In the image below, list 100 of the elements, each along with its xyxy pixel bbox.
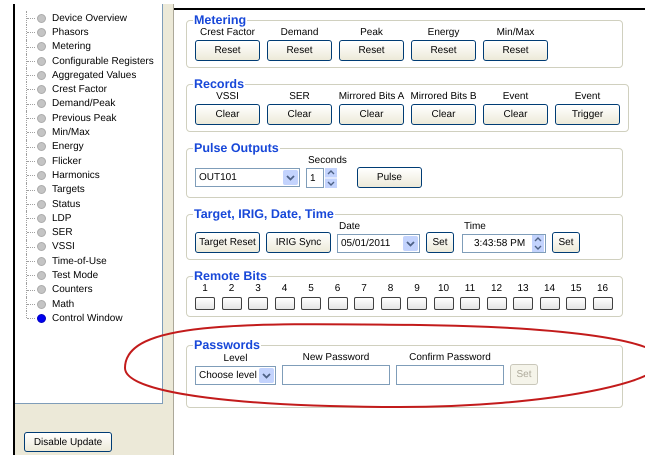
sidebar-item[interactable]: Status: [52, 198, 80, 210]
sidebar-item[interactable]: LDP: [52, 212, 72, 224]
level-dropdown[interactable]: Choose level: [195, 366, 276, 385]
sidebar-item[interactable]: Targets: [52, 184, 85, 196]
remote-bit-button[interactable]: [380, 297, 400, 310]
remote-bit-button[interactable]: [434, 297, 454, 310]
bit-number: 16: [596, 283, 608, 294]
sidebar-item[interactable]: Energy: [52, 141, 84, 152]
remote-bit-button[interactable]: [354, 297, 374, 310]
reset-button[interactable]: Reset: [267, 40, 332, 61]
sidebar-item[interactable]: Demand/Peak: [52, 98, 116, 110]
sidebar-item[interactable]: Crest Factor: [52, 84, 108, 96]
sidebar-item[interactable]: SER: [52, 227, 73, 238]
control-label: VSSI: [216, 91, 239, 102]
bit-number: 14: [544, 283, 556, 294]
remote-bit-button[interactable]: [460, 297, 480, 310]
disable-update-button[interactable]: Disable Update: [24, 432, 112, 452]
sidebar-item[interactable]: Math: [52, 298, 74, 310]
remote-bit-button[interactable]: [566, 297, 586, 310]
control-label: Peak: [360, 27, 383, 38]
sidebar-item[interactable]: Min/Max: [52, 127, 90, 138]
record-button[interactable]: Clear: [195, 104, 260, 125]
bit-number: 4: [282, 283, 288, 294]
control-label: SER: [289, 91, 310, 102]
target-reset-button[interactable]: Target Reset: [195, 232, 260, 253]
remote-bit-button[interactable]: [248, 297, 268, 310]
remote-bit-button[interactable]: [328, 297, 348, 310]
confirm-password-label: Confirm Password: [409, 352, 491, 363]
bit-number: 7: [361, 283, 367, 294]
sidebar-item[interactable]: Test Mode: [52, 270, 98, 281]
remote-bit-button[interactable]: [486, 297, 506, 310]
date-label: Date: [338, 221, 360, 232]
spinner-icon: [532, 235, 544, 252]
sidebar-item[interactable]: Metering: [52, 41, 91, 52]
bit-number: 5: [308, 283, 314, 294]
control-label: Demand: [280, 27, 318, 38]
level-label: Level: [224, 353, 248, 364]
sidebar-item[interactable]: Time-of-Use: [52, 256, 107, 267]
record-button[interactable]: Trigger: [555, 104, 620, 125]
seconds-field[interactable]: 1: [306, 168, 324, 188]
time-label: Time: [463, 221, 486, 232]
control-label: Min/Max: [496, 27, 534, 38]
date-picker[interactable]: 05/01/2011: [337, 234, 420, 253]
control-label: Mirrored Bits B: [410, 91, 477, 102]
new-password-field[interactable]: [282, 365, 390, 385]
group-title: Remote Bits: [193, 269, 268, 283]
sidebar-item[interactable]: Previous Peak: [52, 112, 116, 124]
sidebar-item[interactable]: Harmonics: [52, 170, 100, 181]
sidebar-item[interactable]: Phasors: [52, 26, 89, 38]
sidebar-item[interactable]: Control Window: [52, 312, 123, 324]
sidebar-item[interactable]: Flicker: [52, 156, 82, 167]
group-title: Target, IRIG, Date, Time: [193, 207, 335, 221]
bit-number: 11: [464, 283, 476, 294]
bit-number: 2: [228, 283, 234, 294]
remote-bit-button[interactable]: [301, 297, 321, 310]
seconds-label: Seconds: [307, 155, 347, 166]
time-field[interactable]: 3:43:58 PM: [462, 234, 546, 253]
set-button[interactable]: Set: [426, 232, 454, 253]
group-title: Records: [193, 77, 246, 91]
reset-button[interactable]: Reset: [411, 40, 476, 61]
record-button[interactable]: Clear: [483, 104, 548, 125]
remote-bit-button[interactable]: [407, 297, 427, 310]
bit-number: 10: [438, 283, 450, 294]
bit-number: 3: [255, 283, 261, 294]
confirm-password-field[interactable]: [396, 365, 504, 385]
new-password-label: New Password: [302, 352, 370, 363]
output-dropdown[interactable]: OUT101: [195, 168, 300, 187]
group-title: Metering: [193, 13, 248, 27]
remote-bit-button[interactable]: [592, 297, 612, 310]
sidebar-item[interactable]: Device Overview: [52, 12, 128, 24]
remote-bit-button[interactable]: [540, 297, 560, 310]
control-label: Event: [502, 91, 528, 102]
irig-sync-button[interactable]: IRIG Sync: [266, 232, 331, 253]
bit-number: 15: [570, 283, 582, 294]
sidebar-item[interactable]: Configurable Registers: [52, 56, 154, 67]
bit-number: 13: [517, 283, 529, 294]
bit-number: 12: [490, 283, 502, 294]
set-button[interactable]: Set: [552, 232, 580, 253]
control-label: Energy: [428, 27, 460, 38]
record-button[interactable]: Clear: [339, 104, 404, 125]
sidebar-item[interactable]: Counters: [52, 284, 93, 296]
sidebar-item[interactable]: VSSI: [52, 241, 75, 252]
remote-bit-button[interactable]: [222, 297, 242, 310]
group-title: Pulse Outputs: [193, 141, 280, 155]
bit-number: 8: [388, 283, 394, 294]
group-title: Passwords: [193, 338, 262, 352]
remote-bit-button[interactable]: [195, 297, 215, 310]
bit-number: 9: [414, 283, 420, 294]
reset-button[interactable]: Reset: [195, 40, 260, 61]
spinner-icon[interactable]: [325, 168, 337, 188]
control-label: Mirrored Bits A: [338, 91, 404, 102]
sidebar-item[interactable]: Aggregated Values: [52, 70, 136, 81]
remote-bit-button[interactable]: [513, 297, 533, 310]
bit-number: 1: [202, 283, 208, 294]
pulse-button[interactable]: Pulse: [356, 167, 422, 188]
remote-bit-button[interactable]: [274, 297, 294, 310]
reset-button[interactable]: Reset: [339, 40, 404, 61]
reset-button[interactable]: Reset: [483, 40, 548, 61]
record-button[interactable]: Clear: [411, 104, 476, 125]
record-button[interactable]: Clear: [267, 104, 332, 125]
